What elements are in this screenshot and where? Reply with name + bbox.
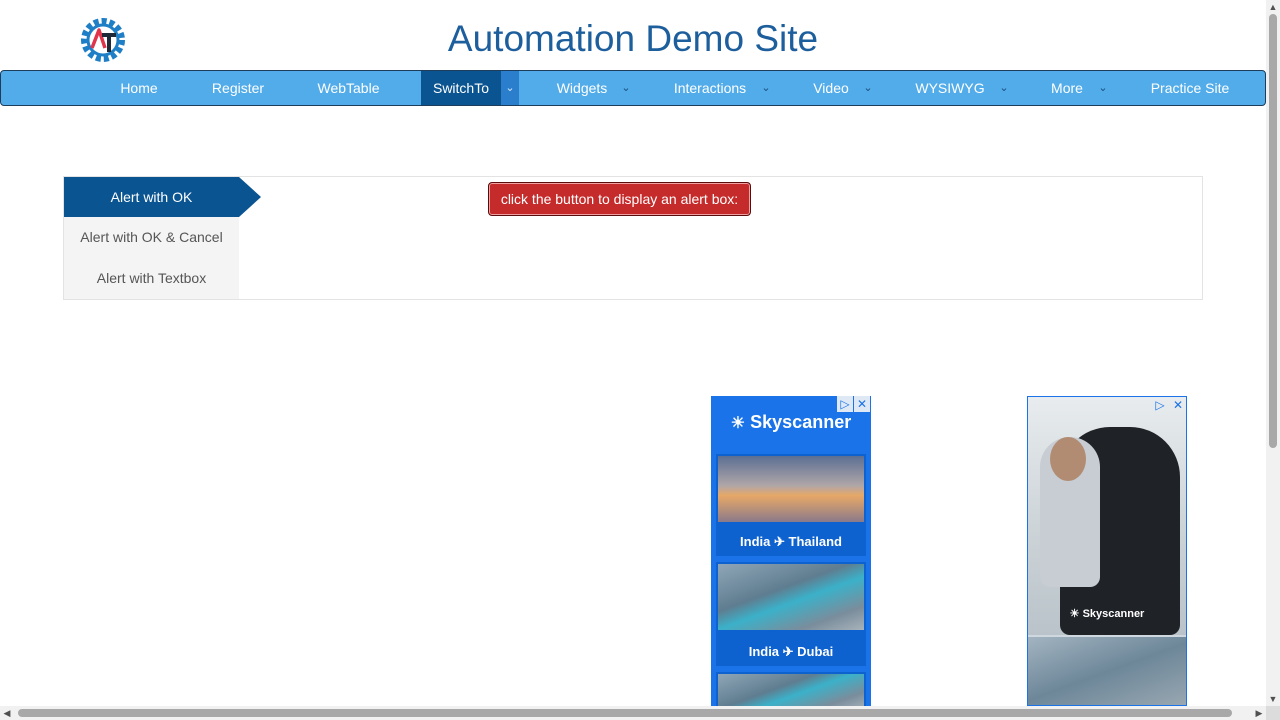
nav-interactions[interactable]: Interactions	[663, 71, 757, 105]
nav-more[interactable]: More	[1041, 71, 1093, 105]
skyscanner-ad-right[interactable]: ☀ Skyscanner ▷ ✕	[1027, 396, 1187, 706]
main-navbar: Home Register WebTable SwitchTo ⌄ Widget…	[0, 70, 1266, 106]
child-face	[1050, 437, 1086, 481]
sunrise-icon: ☀	[730, 415, 746, 432]
scroll-up-icon[interactable]: ▲	[1266, 0, 1280, 14]
ad-close-icon[interactable]: ✕	[854, 396, 870, 412]
tabs-sidebar: Alert with OK Alert with OK & Cancel Ale…	[64, 177, 261, 299]
route-label: India ✈ Thailand	[740, 534, 842, 549]
nav-video[interactable]: Video	[806, 71, 856, 105]
horizontal-scrollbar[interactable]: ◀ ▶	[0, 706, 1266, 720]
video-chevron-down-icon[interactable]: ⌄	[861, 71, 875, 105]
sunrise-icon: ☀	[1069, 608, 1080, 620]
route-card[interactable]: India ✈ Dubai	[716, 562, 866, 666]
site-title: Automation Demo Site	[447, 18, 819, 59]
wysiwyg-chevron-down-icon[interactable]: ⌄	[997, 71, 1011, 105]
widgets-chevron-down-icon[interactable]: ⌄	[619, 71, 633, 105]
tab-alert-with-textbox[interactable]: Alert with Textbox	[64, 258, 239, 298]
scroll-right-icon[interactable]: ▶	[1252, 706, 1266, 720]
nav-practice-site[interactable]: Practice Site	[1139, 71, 1241, 105]
ad-close-icon[interactable]: ✕	[1170, 397, 1186, 413]
horizontal-scroll-thumb[interactable]	[18, 709, 1232, 717]
nav-register[interactable]: Register	[197, 71, 279, 105]
dubai-city-image	[718, 564, 864, 630]
ad-choices-icon[interactable]: ▷	[1152, 397, 1168, 413]
mother-child-photo: ☀ Skyscanner	[1028, 397, 1186, 635]
nav-webtable[interactable]: WebTable	[301, 71, 396, 105]
scroll-down-icon[interactable]: ▼	[1266, 692, 1280, 706]
route-card[interactable]	[716, 672, 866, 706]
scroll-left-icon[interactable]: ◀	[0, 706, 14, 720]
city-image	[718, 674, 864, 706]
nav-home[interactable]: Home	[101, 71, 177, 105]
display-alert-button[interactable]: click the button to display an alert box…	[488, 182, 751, 216]
vertical-scroll-thumb[interactable]	[1269, 14, 1277, 448]
route-card[interactable]: India ✈ Thailand	[716, 454, 866, 556]
nav-widgets[interactable]: Widgets	[546, 71, 618, 105]
nav-wysiwyg[interactable]: WYSIWYG	[906, 71, 994, 105]
tab-alert-with-ok-cancel[interactable]: Alert with OK & Cancel	[64, 217, 239, 257]
skyscanner-ad-left[interactable]: ▷ ✕ ☀ Skyscanner India ✈ Thailand India …	[711, 396, 871, 706]
route-label: India ✈ Dubai	[748, 644, 834, 659]
airplane-wing-image	[718, 456, 864, 522]
skyscanner-logo: ☀ Skyscanner	[730, 412, 852, 432]
city-image	[1028, 637, 1186, 705]
nav-switchto[interactable]: SwitchTo	[421, 71, 501, 105]
skyscanner-logo: ☀ Skyscanner	[1069, 608, 1145, 620]
interactions-chevron-down-icon[interactable]: ⌄	[759, 71, 773, 105]
switchto-chevron-down-icon[interactable]: ⌄	[501, 71, 519, 105]
vertical-scrollbar[interactable]: ▲ ▼	[1266, 0, 1280, 706]
more-chevron-down-icon[interactable]: ⌄	[1096, 71, 1110, 105]
tab-alert-with-ok[interactable]: Alert with OK	[64, 177, 261, 217]
scrollbar-corner	[1266, 706, 1280, 720]
ad-choices-icon[interactable]: ▷	[837, 396, 853, 412]
